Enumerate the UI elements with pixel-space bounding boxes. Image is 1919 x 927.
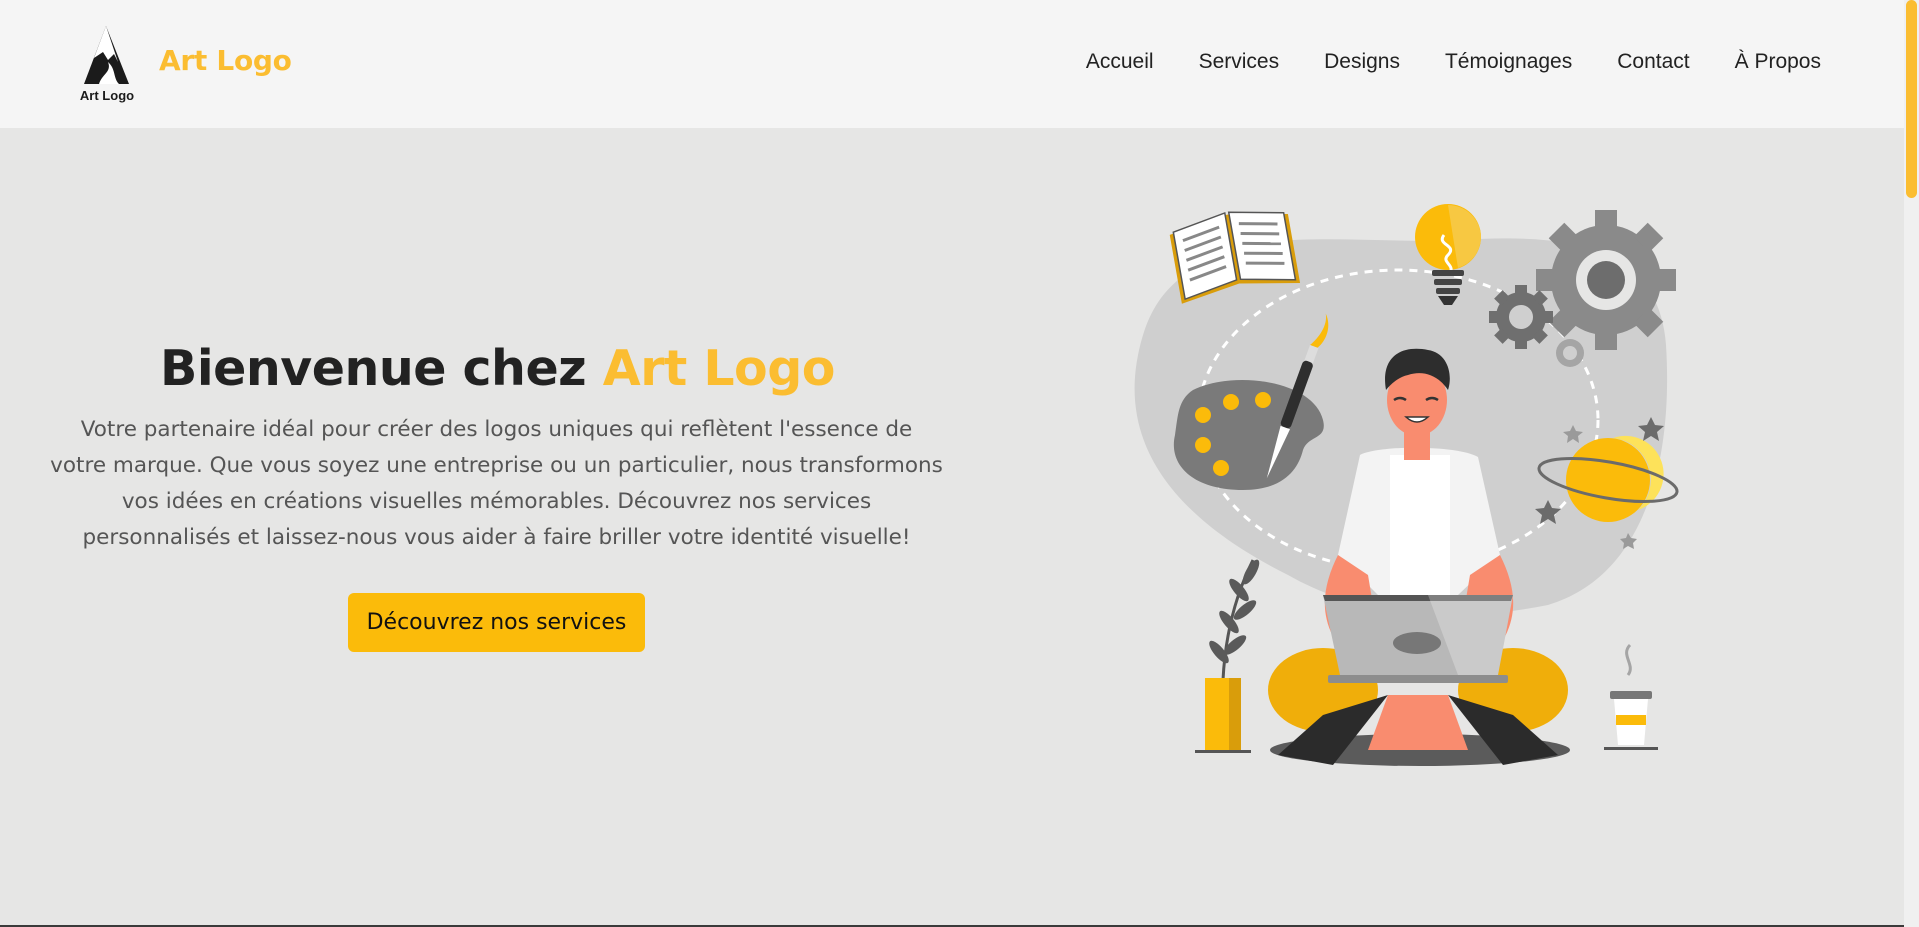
brand-name[interactable]: Art Logo	[159, 44, 292, 77]
plant-icon	[1195, 559, 1260, 753]
gear-icon	[1536, 210, 1676, 350]
nav-link-designs[interactable]: Designs	[1324, 50, 1400, 74]
nav-link-a-propos[interactable]: À Propos	[1735, 50, 1821, 74]
hero-description: Votre partenaire idéal pour créer des lo…	[50, 417, 943, 550]
mountain-logo-icon[interactable]: Art Logo	[72, 22, 142, 106]
coffee-cup-icon	[1604, 643, 1658, 750]
nav-link-services[interactable]: Services	[1199, 50, 1280, 74]
discover-services-button[interactable]: Découvrez nos services	[348, 593, 645, 652]
hero-title-accent: Art Logo	[602, 340, 836, 397]
hero-title-prefix: Bienvenue chez	[160, 340, 603, 397]
nav-link-accueil[interactable]: Accueil	[1086, 50, 1154, 74]
nav-link-temoignages[interactable]: Témoignages	[1445, 50, 1572, 74]
small-gear-icon	[1489, 285, 1553, 349]
tiny-gear-icon	[1556, 339, 1584, 367]
site-header: Art Logo Art Logo Accueil Services Desig…	[0, 0, 1904, 128]
page: Art Logo Art Logo Accueil Services Desig…	[0, 0, 1919, 927]
designer-with-laptop-illustration	[1134, 204, 1679, 766]
scrollbar-thumb[interactable]	[1906, 0, 1917, 198]
main-nav: Accueil Services Designs Témoignages Con…	[1086, 50, 1821, 74]
nav-link-contact[interactable]: Contact	[1617, 50, 1689, 74]
logo-caption: Art Logo	[80, 88, 134, 103]
hero-title: Bienvenue chez Art Logo	[40, 340, 955, 397]
